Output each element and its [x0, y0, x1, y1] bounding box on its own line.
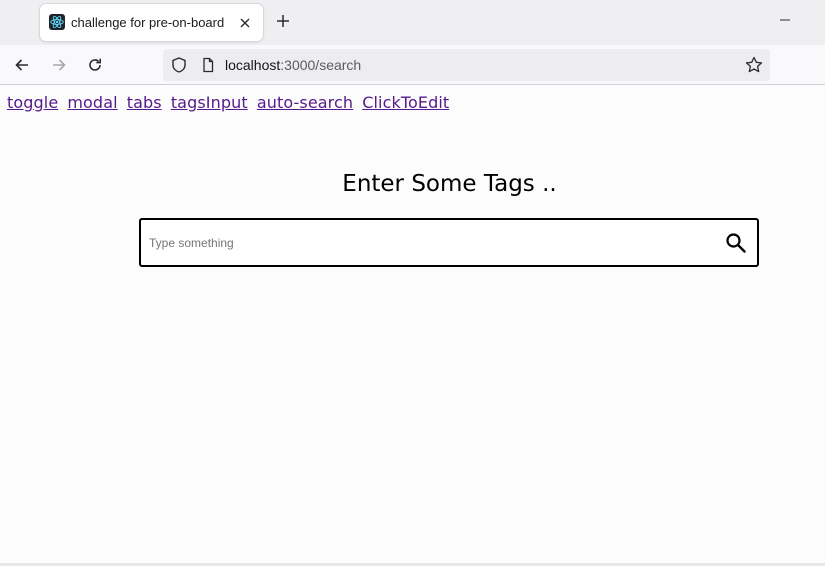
react-logo-icon: [49, 14, 65, 30]
nav-link-tagsinput[interactable]: tagsInput: [171, 93, 248, 112]
url-host: localhost: [225, 57, 281, 73]
minimize-icon[interactable]: [776, 11, 794, 29]
page-icon[interactable]: [199, 56, 217, 74]
top-nav: toggle modal tabs tagsInput auto-search …: [7, 93, 453, 112]
page-title: Enter Some Tags ..: [342, 171, 557, 197]
nav-link-toggle[interactable]: toggle: [7, 93, 58, 112]
back-arrow-icon[interactable]: [10, 53, 34, 77]
browser-toolbar: localhost:3000/search: [0, 45, 825, 85]
url-text[interactable]: localhost:3000/search: [225, 57, 361, 73]
search-box: [139, 218, 759, 267]
forward-arrow-icon[interactable]: [47, 53, 71, 77]
page-content: toggle modal tabs tagsInput auto-search …: [0, 86, 825, 566]
nav-link-auto-search[interactable]: auto-search: [257, 93, 353, 112]
nav-link-modal[interactable]: modal: [67, 93, 117, 112]
new-tab-plus-icon[interactable]: [273, 11, 293, 31]
close-icon[interactable]: [235, 13, 255, 33]
nav-link-tabs[interactable]: tabs: [127, 93, 162, 112]
reload-icon[interactable]: [83, 53, 107, 77]
url-path: :3000/search: [280, 57, 362, 73]
nav-link-clicktoedit[interactable]: ClickToEdit: [362, 93, 449, 112]
shield-icon[interactable]: [170, 56, 188, 74]
bookmark-star-icon[interactable]: [744, 55, 764, 75]
search-input[interactable]: [149, 229, 709, 257]
search-icon[interactable]: [725, 232, 747, 254]
address-bar[interactable]: localhost:3000/search: [163, 49, 770, 81]
browser-tab[interactable]: challenge for pre-on-board: [40, 4, 263, 41]
tab-title: challenge for pre-on-board: [71, 15, 225, 30]
browser-tab-strip: challenge for pre-on-board: [0, 0, 825, 45]
